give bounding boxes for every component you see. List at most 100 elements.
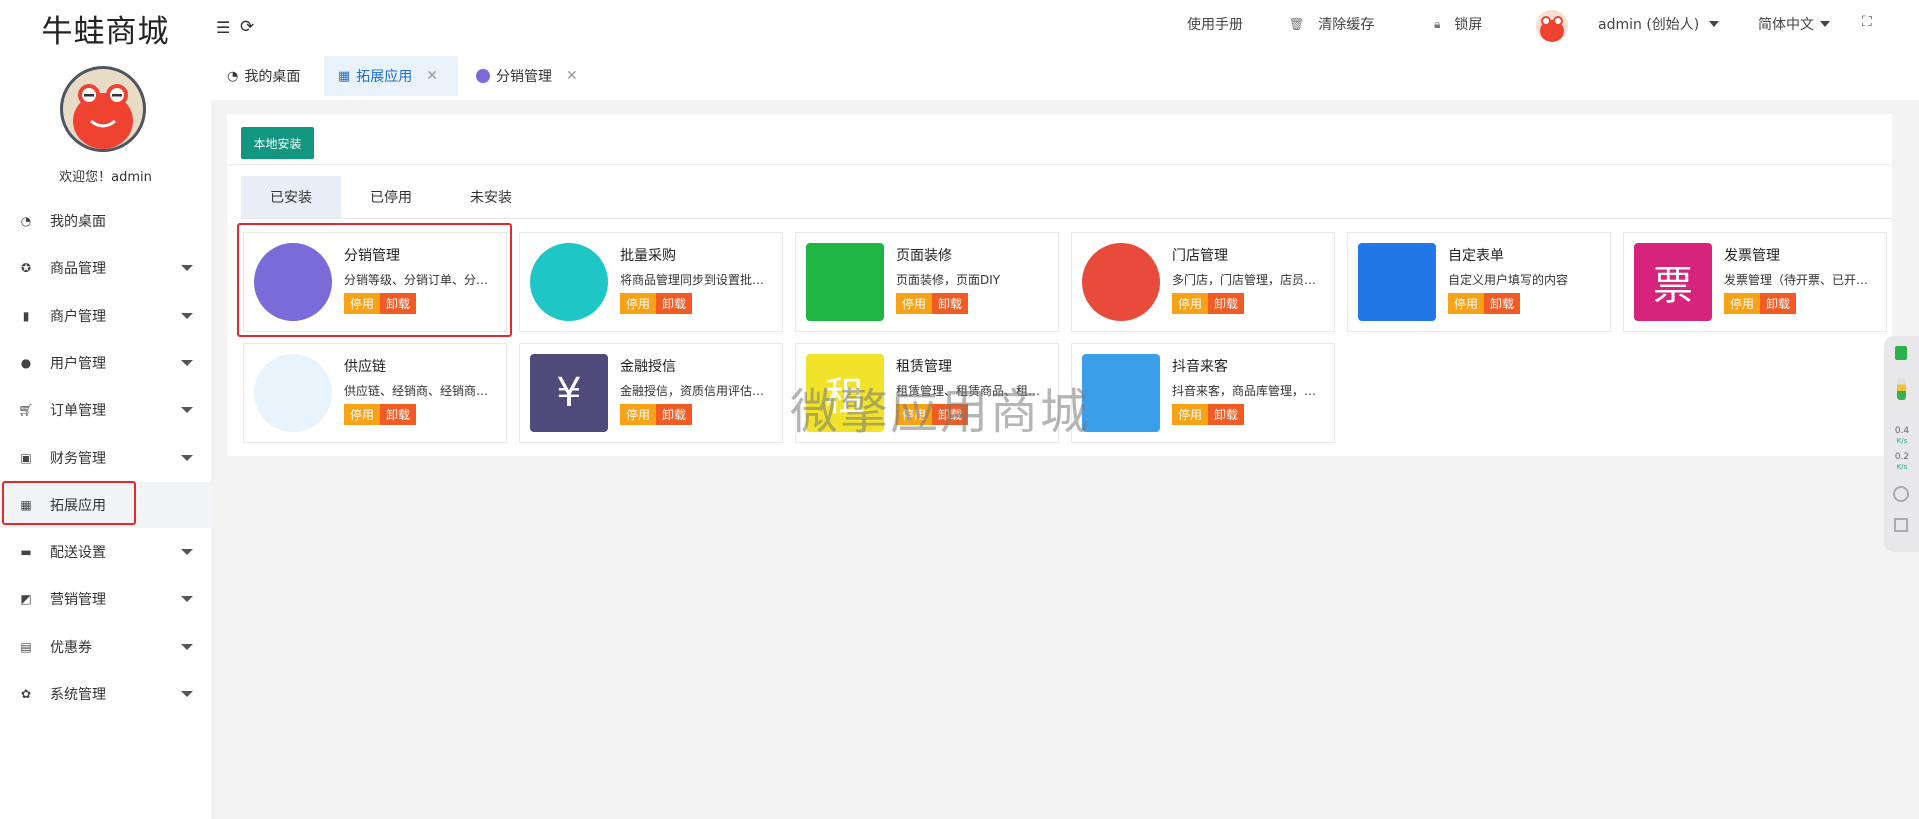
disable-button[interactable]: 停用	[620, 293, 656, 314]
highlight-box	[2, 480, 136, 525]
tab-label: 拓展应用	[356, 69, 413, 85]
shield-icon	[1895, 346, 1907, 360]
uninstall-button[interactable]: 卸载	[1208, 404, 1244, 425]
app-desc: 自定义用户填写的内容	[1448, 273, 1569, 287]
sidebar-item-coupon[interactable]: ▤ 优惠券	[0, 624, 211, 670]
sidebar-item-label: 商户管理	[50, 308, 106, 325]
user-menu[interactable]: admin (创始人)	[1598, 14, 1720, 34]
sidebar-item-delivery[interactable]: ▬ 配送设置	[0, 529, 211, 575]
app-title: 批量采购	[620, 248, 676, 264]
app-desc: 金融授信，资质信用评估管理	[620, 384, 770, 398]
manual-link[interactable]: 使用手册	[1187, 14, 1243, 34]
local-install-button[interactable]: 本地安装	[241, 127, 314, 159]
app-title: 发票管理	[1724, 248, 1780, 264]
invoice-icon: 票	[1634, 243, 1712, 321]
rocket-icon[interactable]	[1893, 486, 1909, 502]
sidebar-item-label: 配送设置	[50, 545, 106, 562]
disable-button[interactable]: 停用	[1172, 293, 1208, 314]
disable-button[interactable]: 停用	[620, 404, 656, 425]
sidebar-item-order[interactable]: 🛒︎ 订单管理	[0, 387, 211, 433]
header-avatar[interactable]	[1536, 10, 1568, 42]
app-card[interactable]: 自定表单 自定义用户填写的内容 停用 卸载	[1347, 232, 1611, 332]
disable-button[interactable]: 停用	[1724, 293, 1760, 314]
sidebar-item-desktop[interactable]: ◔ 我的桌面	[0, 198, 211, 244]
sidebar-item-user[interactable]: ● 用户管理	[0, 340, 211, 386]
uninstall-button[interactable]: 卸载	[1484, 293, 1520, 314]
app-desc: 将商品管理同步到设置批量采购	[620, 273, 770, 287]
uninstall-button[interactable]: 卸载	[932, 293, 968, 314]
close-icon[interactable]: ✕	[566, 68, 578, 84]
clear-cache-button[interactable]: 🗑 清除缓存	[1289, 14, 1374, 34]
paint-roller-icon	[806, 243, 884, 321]
chevron-down-icon	[1709, 21, 1720, 27]
chevron-down-icon	[181, 596, 193, 603]
sidebar-item-system[interactable]: ✿ 系统管理	[0, 671, 211, 717]
upload-speed-unit: K/s	[1896, 437, 1908, 445]
app-desc: 抖音来客，商品库管理，订单	[1172, 384, 1322, 398]
money-icon: ▣	[20, 450, 32, 465]
sidebar-item-label: 营销管理	[50, 592, 106, 609]
app-title: 门店管理	[1172, 248, 1228, 264]
user-icon: ●	[20, 355, 32, 370]
uninstall-button[interactable]: 卸载	[656, 293, 692, 314]
chevron-down-icon	[181, 549, 193, 556]
manual-label: 使用手册	[1187, 17, 1243, 33]
app-card[interactable]: 供应链供应链、经销商、经销商管理停用 卸载	[243, 343, 507, 443]
uninstall-button[interactable]: 卸载	[656, 404, 692, 425]
watermark: 微擎应用商城	[790, 384, 1091, 440]
disable-button[interactable]: 停用	[896, 293, 932, 314]
screenshot-icon[interactable]	[1894, 518, 1908, 532]
tab-desktop[interactable]: ◔ 我的桌面	[213, 56, 314, 96]
app-title: 供应链	[344, 359, 386, 375]
uninstall-button[interactable]: 卸载	[1760, 293, 1796, 314]
close-icon[interactable]: ✕	[426, 68, 438, 84]
app-title: 页面装修	[896, 248, 952, 264]
tab-distribution[interactable]: 分销管理 ✕	[462, 56, 592, 96]
sidebar-item-merchant[interactable]: ▮ 商户管理	[0, 293, 211, 339]
app-card[interactable]: 抖音来客抖音来客，商品库管理，订单停用 卸载	[1071, 343, 1335, 443]
chevron-down-icon	[181, 359, 193, 366]
welcome-text: 欢迎您！admin	[59, 170, 152, 185]
system-monitor-widget[interactable]: 0.4 K/s 0.2 K/s	[1884, 336, 1919, 552]
disable-button[interactable]: 停用	[1448, 293, 1484, 314]
grid-icon: ▦	[338, 68, 351, 84]
user-name: admin (创始人)	[1598, 17, 1700, 33]
tab-extension[interactable]: ▦ 拓展应用 ✕	[324, 56, 458, 96]
sidebar-item-marketing[interactable]: ◩ 营销管理	[0, 576, 211, 622]
upload-speed-value: 0.4	[1894, 426, 1910, 436]
refresh-icon[interactable]: ⟳	[240, 17, 254, 37]
app-card[interactable]: 页面装修 页面装修，页面DIY 停用 卸载	[795, 232, 1059, 332]
goods-icon: ✪	[20, 261, 32, 276]
clear-cache-label: 清除缓存	[1318, 17, 1375, 33]
app-card[interactable]: 批量采购将商品管理同步到设置批量采购停用卸载	[519, 232, 783, 332]
uninstall-button[interactable]: 卸载	[380, 404, 416, 425]
disable-button[interactable]: 停用	[1172, 404, 1208, 425]
collapse-menu-icon[interactable]: ☰	[216, 18, 230, 37]
subtab-disabled[interactable]: 已停用	[341, 176, 441, 218]
app-card[interactable]: 门店管理多门店，门店管理，店员管理停用 卸载	[1071, 232, 1335, 332]
avatar[interactable]	[60, 66, 146, 152]
sidebar-item-finance[interactable]: ▣ 财务管理	[0, 435, 211, 481]
upload-speed: 0.4 K/s	[1888, 426, 1916, 446]
dashboard-icon: ◔	[227, 68, 239, 84]
ticket-icon: ▤	[20, 639, 32, 654]
app-desc: 供应链、经销商、经销商管理	[344, 384, 494, 398]
disable-button[interactable]: 停用	[344, 404, 380, 425]
subtab-installed[interactable]: 已安装	[241, 176, 341, 218]
app-card[interactable]: ¥ 金融授信 金融授信，资质信用评估管理 停用 卸载	[519, 343, 783, 443]
app-title: 抖音来客	[1172, 359, 1228, 375]
app-card[interactable]: 票发票管理 发票管理（待开票、已开票） 停用 卸载	[1623, 232, 1887, 332]
frog-avatar-icon	[1540, 16, 1564, 42]
subtab-not-installed[interactable]: 未安装	[441, 176, 541, 218]
dashboard-icon: ◔	[20, 214, 32, 228]
language-select[interactable]: 简体中文	[1758, 14, 1830, 34]
lock-icon: 🔒︎	[1434, 16, 1441, 31]
sidebar-item-label: 财务管理	[50, 450, 106, 467]
lock-screen-button[interactable]: 🔒︎ 锁屏	[1434, 14, 1482, 34]
fullscreen-icon[interactable]: ⛶	[1862, 14, 1872, 30]
chevron-down-icon	[181, 454, 193, 461]
sidebar-item-goods[interactable]: ✪ 商品管理	[0, 245, 211, 291]
memory-gauge-icon	[1897, 378, 1906, 400]
uninstall-button[interactable]: 卸载	[1208, 293, 1244, 314]
app-desc: 多门店，门店管理，店员管理	[1172, 273, 1322, 287]
